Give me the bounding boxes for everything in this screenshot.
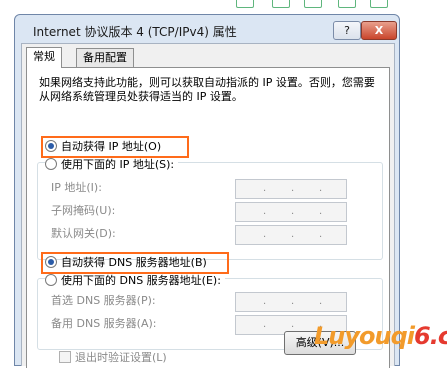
expand-icon[interactable] <box>272 0 290 8</box>
checkbox-icon <box>59 351 71 363</box>
preferred-dns-field[interactable]: ... <box>235 292 347 312</box>
manual-dns-label: 使用下面的 DNS 服务器地址(E): <box>61 274 221 287</box>
close-button[interactable]: X <box>361 21 397 40</box>
preferred-dns-label: 首选 DNS 服务器(P): <box>51 294 156 307</box>
tab-general[interactable]: 常规 <box>26 47 62 68</box>
auto-ip-label: 自动获得 IP 地址(O) <box>61 140 162 153</box>
toolbar-icon[interactable] <box>236 0 254 8</box>
dialog-title: Internet 协议版本 4 (TCP/IPv4) 属性 <box>33 25 237 39</box>
manual-dns-radio[interactable]: 使用下面的 DNS 服务器地址(E): <box>45 274 225 288</box>
top-toolbar <box>0 0 447 10</box>
manual-ip-label: 使用下面的 IP 地址(S): <box>61 158 175 171</box>
ipv4-properties-dialog: Internet 协议版本 4 (TCP/IPv4) 属性 ? X 常规 备用配… <box>14 14 400 368</box>
auto-dns-radio[interactable]: 自动获得 DNS 服务器地址(B) <box>45 256 207 270</box>
radio-selected-icon <box>45 140 57 152</box>
auto-ip-radio[interactable]: 自动获得 IP 地址(O) <box>45 140 161 154</box>
watermark-part1: Luyouqi <box>314 322 415 350</box>
radio-selected-icon <box>45 256 57 268</box>
manual-ip-radio[interactable]: 使用下面的 IP 地址(S): <box>45 158 179 172</box>
radio-empty-icon <box>45 158 57 170</box>
alternate-dns-label: 备用 DNS 服务器(A): <box>51 317 157 330</box>
gateway-label: 默认网关(D): <box>51 227 116 240</box>
description-text: 如果网络支持此功能，则可以获取自动指派的 IP 设置。否则，您需要从网络系统管理… <box>39 76 375 103</box>
dialog-client: 常规 备用配置 如果网络支持此功能，则可以获取自动指派的 IP 设置。否则，您需… <box>21 43 395 368</box>
subnet-mask-label: 子网掩码(U): <box>51 204 116 217</box>
help-button[interactable]: ? <box>333 21 361 40</box>
ip-address-label: IP 地址(I): <box>51 181 102 194</box>
auto-dns-label: 自动获得 DNS 服务器地址(B) <box>61 256 207 269</box>
radio-empty-icon <box>45 274 57 286</box>
gateway-field[interactable]: ... <box>235 225 347 245</box>
ip-address-field[interactable]: ... <box>235 179 347 199</box>
watermark-logo: Luyouqi6.cn <box>314 322 447 350</box>
settings-icon[interactable] <box>370 0 388 8</box>
subnet-mask-field[interactable]: ... <box>235 202 347 222</box>
copy-icon[interactable] <box>304 0 322 8</box>
validate-label: 退出时验证设置(L) <box>75 351 167 364</box>
image-icon[interactable] <box>338 0 356 8</box>
watermark-part2: 6.cn <box>414 322 447 350</box>
validate-checkbox[interactable]: 退出时验证设置(L) <box>59 351 167 365</box>
tab-alternate-config[interactable]: 备用配置 <box>76 48 134 67</box>
